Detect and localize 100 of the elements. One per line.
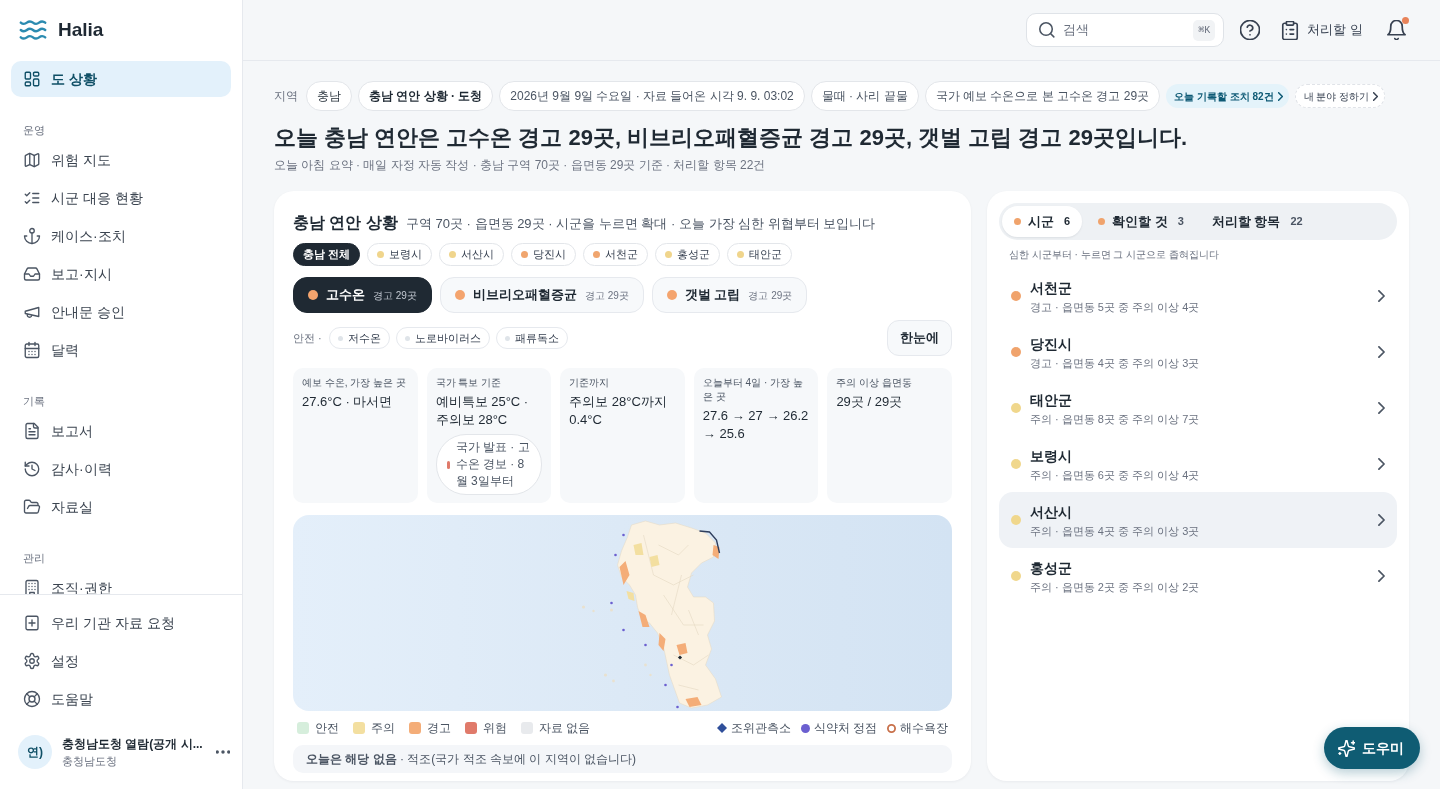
- stat-value: 29곳 / 29곳: [836, 393, 903, 411]
- stat-value: 27.6°C · 마서면: [302, 393, 393, 411]
- district-row[interactable]: 서산시 주의 · 읍면동 4곳 중 주의 이상 3곳: [999, 492, 1397, 548]
- region-chip[interactable]: 충남 전체: [293, 243, 361, 266]
- plus-square-icon: [23, 614, 41, 632]
- section-heading: 기록: [22, 394, 46, 409]
- filter-chip[interactable]: 충남 연안 상황 · 도청: [358, 81, 494, 111]
- search-icon: [1039, 22, 1056, 38]
- region-chip[interactable]: 서산시: [439, 243, 505, 266]
- setup-link[interactable]: 내 분야 정하기: [1294, 84, 1386, 108]
- summary-text: 오늘 아침 요약 · 매일 자정 자동 작성 · 충남 구역 70곳 · 읍면동 29곳 기준 · 처리할 항목 22건: [274, 157, 767, 173]
- region-chip[interactable]: 서천군: [583, 243, 649, 266]
- history-icon: [23, 460, 41, 478]
- nav-item[interactable]: 우리 기관 자료 요청: [11, 605, 231, 641]
- inbox-icon: [23, 265, 41, 283]
- status-note: 오늘은 해당 없음 · 적조(국가 적조 속보에 이 지역이 없습니다): [293, 745, 952, 773]
- headline: 오늘 충남 연안은 고수온 경고 29곳, 비브리오패혈증균 경고 29곳, 갯벌 고립 경고 29곳입니다.: [274, 124, 1189, 152]
- panel-tab[interactable]: 시군 6: [1002, 206, 1083, 237]
- ring-icon: [887, 723, 896, 733]
- marker-icon: [446, 460, 450, 469]
- nav-item[interactable]: 보고·지시: [11, 256, 231, 292]
- safe-label: 안전 ·: [293, 330, 322, 346]
- nav-item[interactable]: 설정: [11, 643, 231, 679]
- nav-item[interactable]: 도움말: [11, 681, 231, 717]
- region-chip[interactable]: 태안군: [727, 243, 793, 266]
- hazard-tab[interactable]: 갯벌 고립 경고 29곳: [651, 277, 808, 313]
- more-icon[interactable]: [216, 750, 230, 754]
- legend-label: 안전: [315, 720, 339, 737]
- info-chip: 2026년 9월 9일 수요일 · 자료 들어온 시각 9. 9. 03:02: [499, 81, 805, 111]
- dot-icon: [800, 723, 810, 733]
- dashboard-icon: [23, 70, 41, 88]
- shortcut-hint: ⌘K: [1193, 19, 1216, 41]
- stat-label: 국가 특보 기준: [435, 376, 502, 390]
- hazard-chip[interactable]: 노로바이러스: [395, 327, 490, 349]
- card-subtitle: 구역 70곳 · 읍면동 29곳 · 시군을 누르면 확대 · 오늘 가장 심한 위협부터 보입니다: [405, 215, 876, 233]
- diamond-icon: [716, 723, 727, 733]
- section-heading: 운영: [22, 123, 46, 138]
- user-avatar: 연): [18, 735, 52, 769]
- panel-tab[interactable]: 확인할 것 3: [1086, 206, 1196, 237]
- nav-item[interactable]: 시군 대응 현황: [11, 180, 231, 216]
- lifebuoy-icon: [23, 690, 41, 708]
- hazard-chip[interactable]: 패류독소: [495, 327, 568, 349]
- building-icon: [23, 579, 41, 594]
- stat-label: 예보 수온, 가장 높은 곳: [302, 376, 406, 390]
- legend-label: 조위관측소: [730, 720, 791, 737]
- waves-icon: [18, 19, 48, 41]
- card-title: 충남 연안 상황: [293, 213, 398, 233]
- filter-chip[interactable]: 충남: [306, 81, 352, 111]
- search-input[interactable]: 검색: [1063, 20, 1186, 40]
- nav-item[interactable]: 위험 지도: [11, 142, 231, 178]
- chevron-right-icon: [1277, 91, 1283, 101]
- search-field[interactable]: 검색 ⌘K: [1026, 13, 1225, 47]
- legend-label: 식약처 정점: [813, 720, 877, 737]
- assistant-button[interactable]: 도우미: [1324, 727, 1420, 769]
- settings-icon: [23, 652, 41, 670]
- help-icon[interactable]: [1240, 20, 1261, 40]
- clipboard-icon: [1281, 20, 1300, 40]
- bell-icon[interactable]: [1387, 20, 1406, 40]
- tasks-button[interactable]: 처리할 일: [1281, 20, 1363, 40]
- region-chip[interactable]: 당진시: [511, 243, 577, 266]
- hazard-chip[interactable]: 저수온: [328, 327, 390, 349]
- chevron-right-icon: [1378, 570, 1385, 582]
- overview-button[interactable]: 한눈에: [887, 320, 952, 356]
- user-org: 충청남도청: [62, 753, 117, 769]
- chevron-right-icon: [1378, 514, 1385, 526]
- info-chip: 국가 예보 수온으로 본 고수온 경고 29곳: [924, 81, 1161, 111]
- nav-item[interactable]: 조직·권한: [11, 570, 231, 594]
- region-chip[interactable]: 홍성군: [655, 243, 721, 266]
- stat-value: 27.6 → 27 → 26.2 → 25.6: [702, 407, 810, 443]
- chevron-right-icon: [1373, 91, 1379, 101]
- panel-tab[interactable]: 처리할 항목 22: [1199, 206, 1315, 237]
- calendar-icon: [23, 341, 41, 359]
- legend-label: 자료 없음: [539, 720, 591, 737]
- panel-hint: 심한 시군부터 · 누르면 그 시군으로 좁혀집니다: [1008, 248, 1220, 262]
- nav-item[interactable]: 안내문 승인: [11, 294, 231, 330]
- folder-icon: [23, 498, 41, 516]
- anchor-icon: [23, 227, 41, 245]
- nav-item[interactable]: 자료실: [11, 489, 231, 525]
- notice-text: 국가 발표 · 고수온 경보 · 8월 3일부터: [455, 439, 531, 490]
- legend-label: 주의: [371, 720, 395, 737]
- legend-label: 위험: [483, 720, 507, 737]
- stat-label: 주의 이상 읍면동: [836, 376, 912, 390]
- nav-item[interactable]: 보고서: [11, 413, 231, 449]
- chevron-right-icon: [1378, 402, 1385, 414]
- nav-item[interactable]: 케이스·조치: [11, 218, 231, 254]
- map-icon: [23, 151, 41, 169]
- region-chip[interactable]: 보령시: [367, 243, 433, 266]
- chevron-right-icon: [1378, 290, 1385, 302]
- chevron-right-icon: [1378, 458, 1385, 470]
- stat-label: 오늘부터 4일 · 가장 높은 곳: [702, 376, 804, 404]
- hazard-tab[interactable]: 고수온 경고 29곳: [293, 277, 432, 313]
- legend-label: 해수욕장: [900, 720, 948, 737]
- stat-value: 예비특보 25°C · 주의보 28°C: [435, 393, 530, 429]
- nav-item[interactable]: 감사·이력: [11, 451, 231, 487]
- nav-item[interactable]: 달력: [11, 332, 231, 368]
- section-heading: 관리: [22, 551, 46, 566]
- hazard-tab[interactable]: 비브리오패혈증균 경고 29곳: [439, 277, 644, 313]
- chevron-right-icon: [1378, 346, 1385, 358]
- nav-item[interactable]: 도 상황: [11, 61, 231, 97]
- action-link[interactable]: 오늘 기록할 조치 82건: [1166, 84, 1289, 108]
